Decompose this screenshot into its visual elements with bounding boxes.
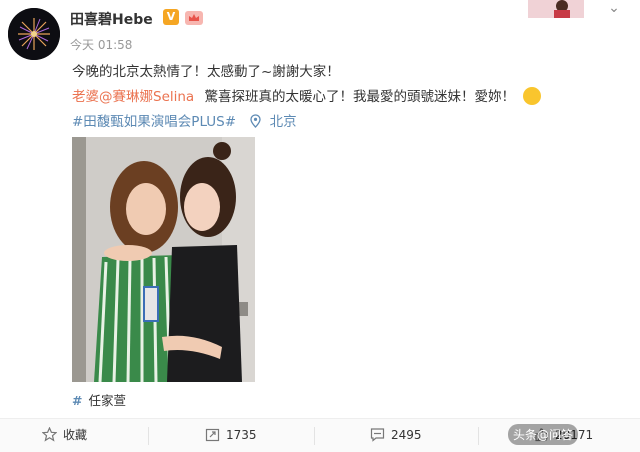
repost-icon <box>205 428 220 442</box>
crown-icon <box>184 8 204 26</box>
verified-badge: V <box>163 9 179 25</box>
comment-icon <box>370 428 385 442</box>
post-text-line3: #田馥甄如果演唱会PLUS# 北京 <box>72 110 297 130</box>
username[interactable]: 田喜碧Hebe <box>70 9 153 29</box>
cover-thumbnail[interactable] <box>528 0 584 18</box>
repost-count: 1735 <box>226 428 257 442</box>
kiss-emoji-icon <box>523 87 542 105</box>
favorite-label: 收藏 <box>63 428 88 442</box>
chevron-down-icon[interactable]: ⌄ <box>600 0 628 18</box>
star-icon <box>41 426 58 442</box>
comment-count: 2495 <box>391 428 422 442</box>
tag-icon: # <box>72 393 83 408</box>
location-link[interactable]: 北京 <box>270 114 297 130</box>
post-text-line2: 老婆@賽琳娜Selina 驚喜探班真的太暖心了！我最愛的頭號迷妹！愛妳！ <box>72 85 542 105</box>
favorite-button[interactable]: 收藏 <box>41 419 88 452</box>
avatar[interactable] <box>8 8 60 60</box>
location-pin-icon <box>250 114 265 130</box>
repost-button[interactable]: 1735 <box>205 419 257 452</box>
watermark: 头条@问答 <box>508 424 579 445</box>
post-text-line1: 今晚的北京太熱情了！太感動了~謝謝大家！ <box>72 64 340 80</box>
photo-tag-label: 任家萱 <box>88 393 126 408</box>
divider <box>148 427 149 445</box>
divider <box>478 427 479 445</box>
post-timestamp: 今天 01:58 <box>70 38 133 52</box>
divider <box>314 427 315 445</box>
mention-link[interactable]: 老婆@賽琳娜Selina <box>72 89 194 105</box>
hashtag-link[interactable]: #田馥甄如果演唱会PLUS# <box>72 114 236 130</box>
photo-tag[interactable]: # 任家萱 <box>72 390 126 409</box>
comment-button[interactable]: 2495 <box>370 419 422 452</box>
post-text-line2-rest: 驚喜探班真的太暖心了！我最愛的頭號迷妹！愛妳！ <box>204 89 516 105</box>
fireworks-icon <box>8 8 60 60</box>
post-photo[interactable] <box>72 137 255 382</box>
